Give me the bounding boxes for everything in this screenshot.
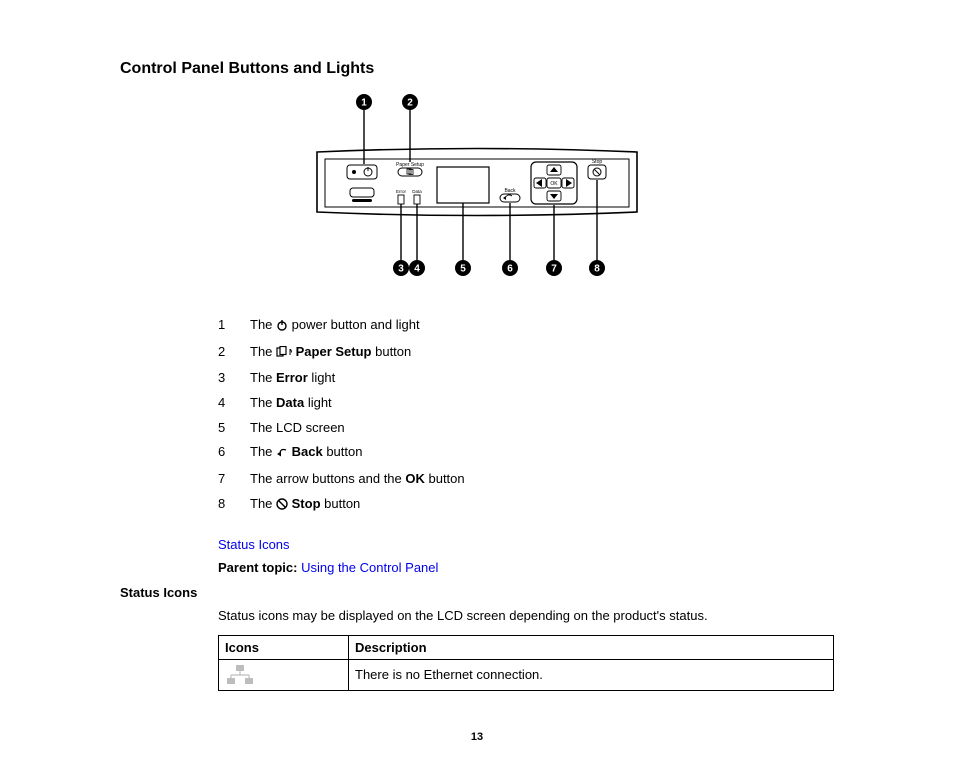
svg-text:8: 8	[594, 264, 600, 275]
legend-item: 2The N Paper Setup button	[218, 340, 834, 367]
page-number: 13	[120, 731, 834, 743]
legend-text: The Stop button	[250, 492, 360, 519]
table-header-icons: Icons	[219, 635, 349, 659]
status-icons-heading: Status Icons	[120, 585, 834, 600]
legend-number: 7	[218, 467, 250, 492]
svg-text:3: 3	[398, 264, 404, 275]
svg-text:1: 1	[361, 98, 367, 109]
legend-number: 1	[218, 313, 250, 340]
parent-topic-link[interactable]: Using the Control Panel	[301, 560, 438, 575]
svg-text:N: N	[289, 348, 292, 357]
legend-item: 5The LCD screen	[218, 416, 834, 441]
svg-text:7: 7	[551, 264, 557, 275]
parent-topic-label: Parent topic:	[218, 560, 297, 575]
legend-number: 2	[218, 340, 250, 367]
status-icons-intro: Status icons may be displayed on the LCD…	[218, 608, 834, 623]
legend-item: 1The power button and light	[218, 313, 834, 340]
svg-text:6: 6	[507, 264, 513, 275]
legend-list: 1The power button and light2The N Paper …	[218, 313, 834, 519]
error-label: Error	[396, 189, 407, 194]
legend-item: 4The Data light	[218, 391, 834, 416]
legend-number: 3	[218, 366, 250, 391]
legend-text: The power button and light	[250, 313, 420, 340]
svg-text:5: 5	[460, 264, 466, 275]
data-label: Data	[412, 189, 422, 194]
legend-item: 8The Stop button	[218, 492, 834, 519]
legend-text: The LCD screen	[250, 416, 345, 441]
legend-item: 7The arrow buttons and the OK button	[218, 467, 834, 492]
related-links: Status Icons Parent topic: Using the Con…	[218, 537, 834, 575]
control-panel-diagram: 1 2 Paper Setup Error Data	[120, 92, 834, 285]
legend-number: 6	[218, 440, 250, 467]
legend-number: 5	[218, 416, 250, 441]
table-cell-description: There is no Ethernet connection.	[349, 659, 834, 690]
back-icon	[276, 442, 288, 467]
table-row: There is no Ethernet connection.	[219, 659, 834, 690]
legend-item: 6The Back button	[218, 440, 834, 467]
legend-text: The Data light	[250, 391, 332, 416]
legend-text: The Back button	[250, 440, 362, 467]
svg-text:4: 4	[414, 264, 420, 275]
legend-number: 4	[218, 391, 250, 416]
legend-text: The Error light	[250, 366, 335, 391]
paper-setup-label: Paper Setup	[396, 162, 424, 168]
power-icon	[276, 315, 288, 340]
papersetup-icon: N	[276, 342, 292, 367]
stop-label: Stop	[592, 159, 603, 165]
section-title: Control Panel Buttons and Lights	[120, 60, 834, 78]
status-icons-table: Icons Description	[218, 635, 834, 691]
status-icons-link[interactable]: Status Icons	[218, 537, 290, 552]
ok-label: OK	[550, 181, 558, 187]
legend-item: 3The Error light	[218, 366, 834, 391]
stop-icon	[276, 494, 288, 519]
table-header-description: Description	[349, 635, 834, 659]
legend-number: 8	[218, 492, 250, 519]
svg-text:2: 2	[407, 98, 413, 109]
legend-text: The arrow buttons and the OK button	[250, 467, 465, 492]
back-label: Back	[504, 188, 516, 194]
legend-text: The N Paper Setup button	[250, 340, 411, 367]
no-ethernet-icon	[225, 664, 342, 686]
